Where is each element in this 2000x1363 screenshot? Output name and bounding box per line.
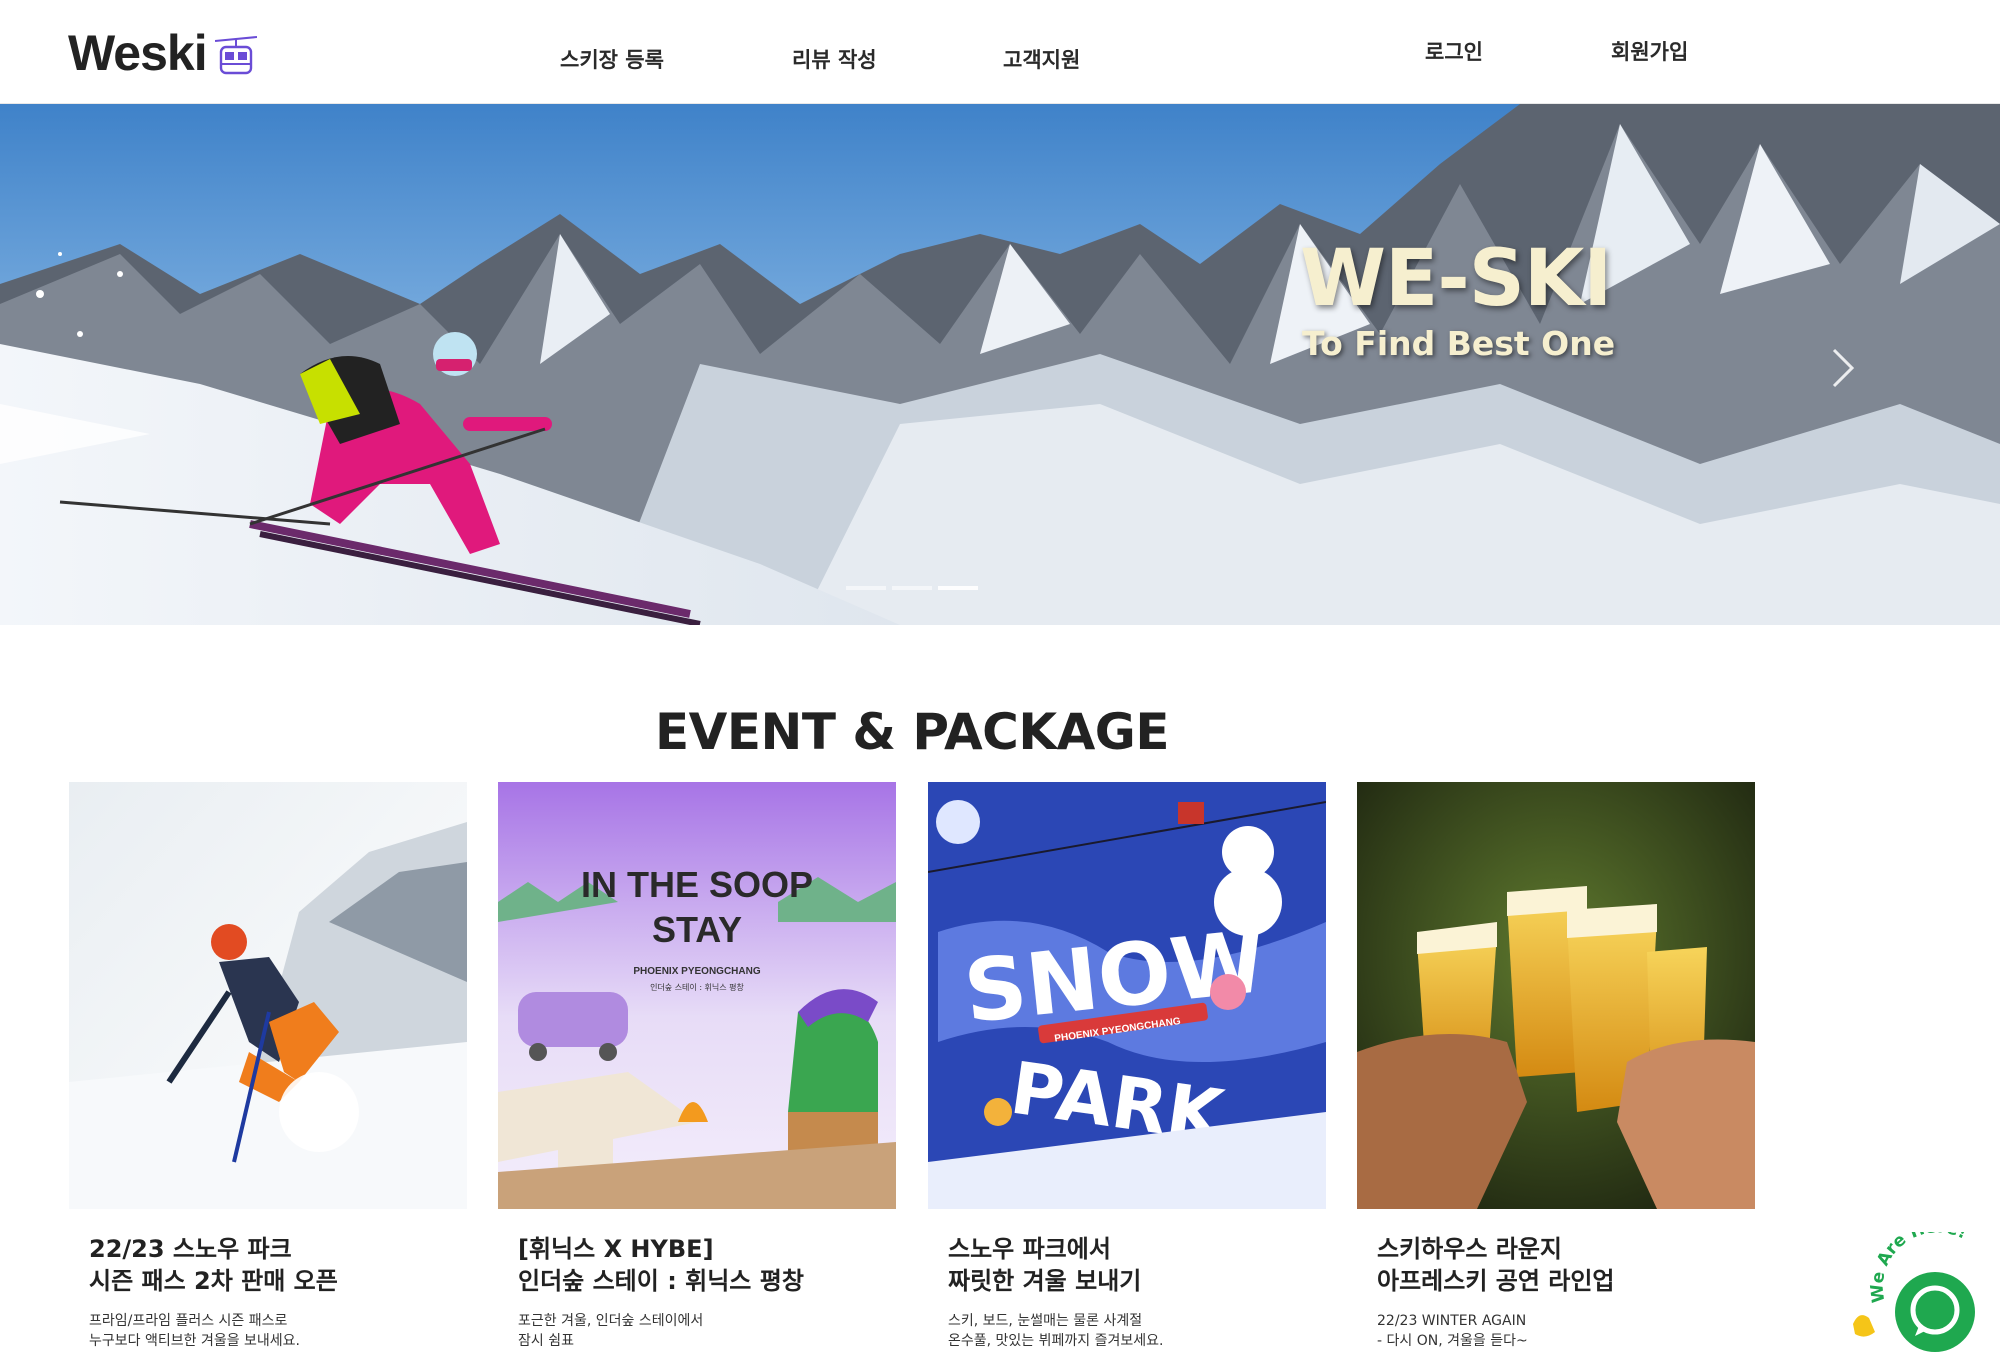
signup-link[interactable]: 회원가입 — [1611, 36, 1688, 66]
card-description: 22/23 WINTER AGAIN - 다시 ON, 겨울을 듣다~ — [1357, 1311, 1755, 1351]
hero-subtitle: To Find Best One — [1302, 324, 1616, 363]
slider-dot-3[interactable] — [938, 586, 978, 590]
card-desc-line1: 22/23 WINTER AGAIN — [1377, 1313, 1527, 1329]
logo-text[interactable]: Weski — [68, 24, 208, 82]
card-desc-line2: 잠시 쉼표 — [518, 1333, 574, 1349]
card-title: 스노우 파크에서 짜릿한 겨울 보내기 — [928, 1233, 1326, 1297]
image-text-phoenix-kr: 인더숲 스테이 : 휘닉스 평창 — [650, 982, 744, 992]
card-title-line2: 아프레스키 공연 라인업 — [1377, 1267, 1615, 1295]
slider-dot-1[interactable] — [846, 586, 886, 590]
card-title-line1: [휘닉스 X HYBE] — [518, 1235, 714, 1263]
chat-button[interactable] — [1895, 1272, 1975, 1352]
card-description: 포근한 겨울, 인더숲 스테이에서 잠시 쉼표 — [498, 1311, 896, 1351]
logo[interactable]: Weski — [68, 24, 257, 82]
gondola-icon — [214, 36, 257, 75]
card-desc-line1: 포근한 겨울, 인더숲 스테이에서 — [518, 1313, 704, 1329]
chat-bubble-icon — [1910, 1285, 1960, 1336]
chat-widget[interactable]: We Are Here! — [1845, 1217, 1995, 1352]
card-desc-line2: 누구보다 액티브한 겨울을 보내세요. — [89, 1333, 300, 1349]
event-card-in-the-soop[interactable]: IN THE SOOP STAY PHOENIX PYEONGCHANG 인더숲… — [498, 782, 896, 1351]
event-card-snow-park[interactable]: SNOW PARK PHOENIX PYEONGCHANG 스노우 파크에서 짜… — [928, 782, 1326, 1351]
card-description: 스키, 보드, 눈썰매는 물론 사계절 온수풀, 맛있는 뷔페까지 즐겨보세요. — [928, 1311, 1326, 1351]
nav-customer-support[interactable]: 고객지원 — [1003, 44, 1080, 74]
card-title-line1: 스키하우스 라운지 — [1377, 1235, 1562, 1263]
event-card-season-pass[interactable]: 22/23 스노우 파크 시즌 패스 2차 판매 오픈 프라임/프라임 플러스 … — [69, 782, 467, 1351]
card-description: 프라임/프라임 플러스 시즌 패스로 누구보다 액티브한 겨울을 보내세요. — [69, 1311, 467, 1351]
chevron-right-icon[interactable] — [1826, 338, 1860, 398]
hero-title: WE-SKI — [1300, 234, 1612, 324]
section-title: EVENT & PACKAGE — [655, 703, 1169, 761]
site-header: Weski 스키장 등록 리뷰 작성 고객지원 로그인 회원가입 — [0, 0, 2000, 104]
image-text-phoenix: PHOENIX PYEONGCHANG — [633, 966, 760, 977]
image-text-in-the-soop: IN THE SOOP — [581, 864, 813, 905]
card-title-line2: 짜릿한 겨울 보내기 — [948, 1267, 1142, 1295]
hero-image — [0, 104, 2000, 625]
card-title: 22/23 스노우 파크 시즌 패스 2차 판매 오픈 — [69, 1233, 467, 1297]
card-title-line2: 인더숲 스테이 : 휘닉스 평창 — [518, 1267, 804, 1295]
hero-banner: WE-SKI To Find Best One — [0, 104, 2000, 625]
login-link[interactable]: 로그인 — [1425, 36, 1483, 66]
card-desc-line1: 스키, 보드, 눈썰매는 물론 사계절 — [948, 1313, 1143, 1329]
card-desc-line2: - 다시 ON, 겨울을 듣다~ — [1377, 1333, 1528, 1349]
card-title-line2: 시즌 패스 2차 판매 오픈 — [89, 1267, 338, 1295]
card-desc-line1: 프라임/프라임 플러스 시즌 패스로 — [89, 1313, 288, 1329]
image-text-stay: STAY — [652, 909, 742, 950]
card-image-skier — [69, 782, 467, 1209]
card-title-line1: 22/23 스노우 파크 — [89, 1235, 292, 1263]
slider-pagination — [846, 586, 978, 590]
card-image-snow-park: SNOW PARK PHOENIX PYEONGCHANG — [928, 782, 1326, 1209]
nav-ski-resort-register[interactable]: 스키장 등록 — [560, 44, 664, 74]
event-card-ski-house-lounge[interactable]: 스키하우스 라운지 아프레스키 공연 라인업 22/23 WINTER AGAI… — [1357, 782, 1755, 1351]
waving-hand-icon — [1853, 1315, 1875, 1337]
slider-dot-2[interactable] — [892, 586, 932, 590]
card-title: [휘닉스 X HYBE] 인더숲 스테이 : 휘닉스 평창 — [498, 1233, 896, 1297]
card-desc-line2: 온수풀, 맛있는 뷔페까지 즐겨보세요. — [948, 1333, 1164, 1349]
card-image-beer-toast — [1357, 782, 1755, 1209]
card-title: 스키하우스 라운지 아프레스키 공연 라인업 — [1357, 1233, 1755, 1297]
card-image-in-the-soop: IN THE SOOP STAY PHOENIX PYEONGCHANG 인더숲… — [498, 782, 896, 1209]
nav-write-review[interactable]: 리뷰 작성 — [792, 44, 877, 74]
card-title-line1: 스노우 파크에서 — [948, 1235, 1111, 1263]
